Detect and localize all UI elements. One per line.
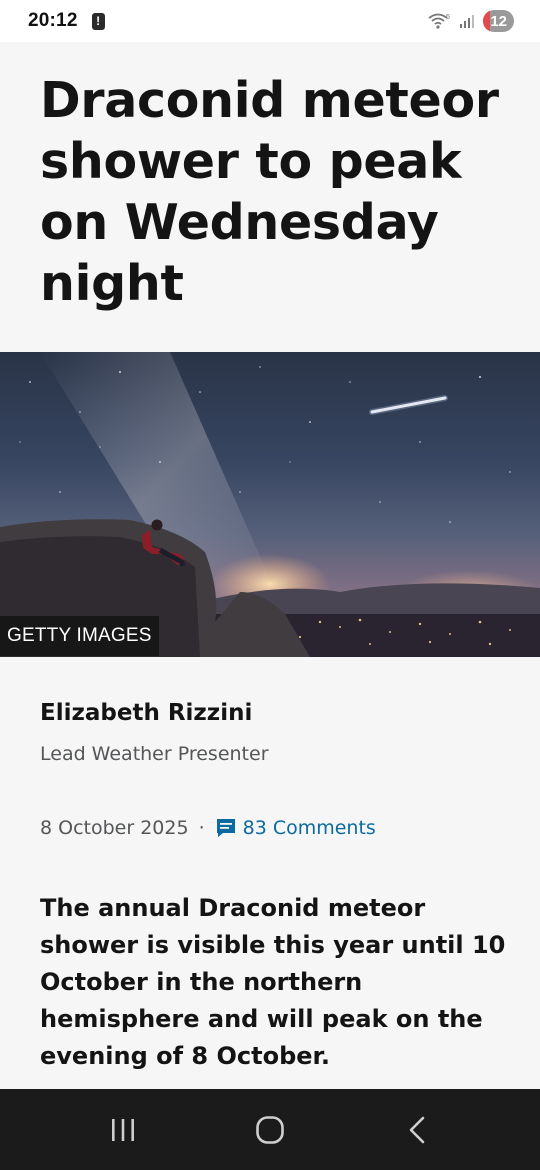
battery-level: 12 [490, 12, 507, 30]
comment-icon [216, 819, 235, 837]
publish-date: 8 October 2025 [40, 817, 189, 839]
back-icon [409, 1116, 424, 1143]
page-title: Draconid meteor shower to peak on Wednes… [40, 72, 499, 312]
status-icons: 5 12 [427, 10, 514, 32]
status-bar: 20:12 5 12 [0, 0, 540, 42]
meta-separator: · [198, 817, 205, 839]
status-time: 20:12 [28, 10, 78, 31]
back-button[interactable] [387, 1100, 447, 1160]
recents-icon [112, 1118, 135, 1141]
comments-link[interactable]: 83 Comments [215, 817, 376, 839]
signal-icon [460, 15, 475, 28]
comments-label: 83 Comments [242, 817, 376, 839]
hero-image[interactable] [0, 352, 540, 657]
battery-indicator: 12 [483, 10, 514, 32]
article-summary: The annual Draconid meteor shower is vis… [40, 894, 506, 1070]
author-name: Elizabeth Rizzini [40, 700, 253, 726]
navigation-bar [0, 1089, 540, 1170]
home-button[interactable] [240, 1100, 300, 1160]
author-role: Lead Weather Presenter [40, 743, 269, 765]
svg-text:5: 5 [446, 14, 450, 21]
article-meta: 8 October 2025 · 83 Comments [40, 817, 376, 839]
meteor-night-sky-illustration [0, 352, 540, 657]
notification-icon [91, 12, 105, 30]
image-credit: GETTY IMAGES [0, 616, 159, 656]
home-icon [256, 1115, 284, 1144]
recents-button[interactable] [93, 1100, 153, 1160]
wifi-icon: 5 [428, 13, 450, 29]
